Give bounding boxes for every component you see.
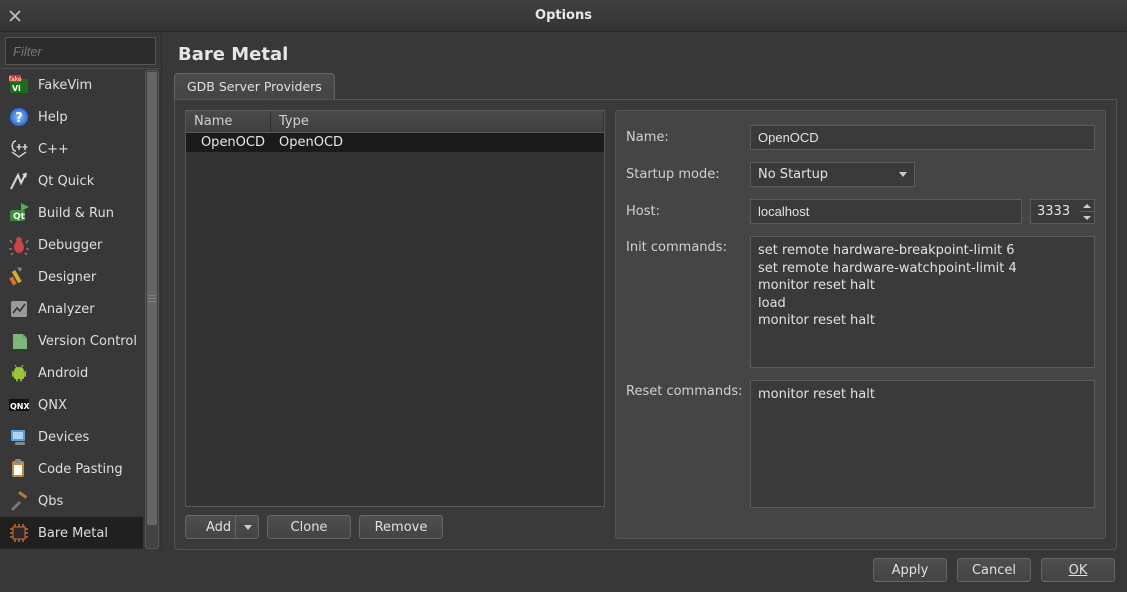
sidebar-item-baremetal[interactable]: Bare Metal xyxy=(0,517,143,549)
qtquick-icon xyxy=(8,170,30,192)
sidebar-item-label: Code Pasting xyxy=(38,462,123,477)
add-button[interactable]: Add xyxy=(185,515,259,539)
filter-input[interactable] xyxy=(5,37,156,65)
sidebar-item-versioncontrol[interactable]: Version Control xyxy=(0,325,143,357)
fakevim-icon: Vifake xyxy=(8,74,30,96)
tab-content: Name Type OpenOCD OpenOCD Add Clone Remo… xyxy=(174,100,1117,550)
sidebar-item-label: Android xyxy=(38,366,88,381)
apply-button[interactable]: Apply xyxy=(873,558,947,582)
provider-form: Name: Startup mode: No Startup Host: 333… xyxy=(615,110,1106,539)
sidebar-item-devices[interactable]: Devices xyxy=(0,421,143,453)
sidebar-item-label: Qt Quick xyxy=(38,174,94,189)
name-label: Name: xyxy=(626,130,746,145)
page-title: Bare Metal xyxy=(174,40,1117,73)
table-row[interactable]: OpenOCD OpenOCD xyxy=(186,133,604,152)
sidebar-item-buildrun[interactable]: Qt Build & Run xyxy=(0,197,143,229)
host-field[interactable] xyxy=(750,199,1022,224)
startup-label: Startup mode: xyxy=(626,167,746,182)
window-title: Options xyxy=(0,8,1127,23)
sidebar-item-analyzer[interactable]: Analyzer xyxy=(0,293,143,325)
baremetal-icon xyxy=(8,522,30,544)
sidebar-item-qbs[interactable]: Qbs xyxy=(0,485,143,517)
versioncontrol-icon xyxy=(8,330,30,352)
sidebar-item-help[interactable]: ? Help xyxy=(0,101,143,133)
sidebar-list: Vifake FakeVim ? Help C++ Qt Quick Qt Bu… xyxy=(0,68,161,550)
cancel-button[interactable]: Cancel xyxy=(957,558,1031,582)
sidebar-item-label: QNX xyxy=(38,398,67,413)
column-header-type[interactable]: Type xyxy=(271,111,604,132)
sidebar-item-label: Bare Metal xyxy=(38,526,108,541)
sidebar-item-designer[interactable]: Designer xyxy=(0,261,143,293)
sidebar-item-qnx[interactable]: QNX QNX xyxy=(0,389,143,421)
debugger-icon xyxy=(8,234,30,256)
analyzer-icon xyxy=(8,298,30,320)
sidebar-item-android[interactable]: Android xyxy=(0,357,143,389)
reset-commands-field[interactable] xyxy=(750,380,1095,508)
port-spinbox[interactable]: 3333 xyxy=(1030,199,1095,224)
tabbar: GDB Server Providers xyxy=(174,73,1117,100)
svg-text:QNX: QNX xyxy=(10,402,29,411)
titlebar: Options xyxy=(0,0,1127,32)
host-label: Host: xyxy=(626,204,746,219)
clone-button[interactable]: Clone xyxy=(267,515,351,539)
cpp-icon xyxy=(8,138,30,160)
help-icon: ? xyxy=(8,106,30,128)
column-header-name[interactable]: Name xyxy=(186,111,271,132)
sidebar-item-label: Help xyxy=(38,110,68,125)
android-icon xyxy=(8,362,30,384)
sidebar-item-qtquick[interactable]: Qt Quick xyxy=(0,165,143,197)
sidebar-item-codepasting[interactable]: Code Pasting xyxy=(0,453,143,485)
startup-combo[interactable]: No Startup xyxy=(750,162,915,187)
designer-icon xyxy=(8,266,30,288)
chevron-down-icon xyxy=(244,525,252,530)
name-field[interactable] xyxy=(750,125,1095,150)
init-label: Init commands: xyxy=(626,236,746,255)
sidebar-item-label: C++ xyxy=(38,142,69,157)
sidebar-item-debugger[interactable]: Debugger xyxy=(0,229,143,261)
codepasting-icon xyxy=(8,458,30,480)
sidebar-item-label: Qbs xyxy=(38,494,63,509)
svg-text:fake: fake xyxy=(9,76,22,83)
spin-down-icon[interactable] xyxy=(1080,212,1094,223)
init-commands-field[interactable] xyxy=(750,236,1095,368)
sidebar-item-label: Version Control xyxy=(38,334,137,349)
sidebar-item-label: Designer xyxy=(38,270,96,285)
svg-text:Vi: Vi xyxy=(12,84,21,93)
sidebar-item-label: Devices xyxy=(38,430,89,445)
tab-gdb-providers[interactable]: GDB Server Providers xyxy=(174,73,335,99)
reset-label: Reset commands: xyxy=(626,380,746,399)
svg-text:?: ? xyxy=(15,111,23,126)
providers-table: Name Type OpenOCD OpenOCD xyxy=(185,110,605,507)
sidebar-item-label: FakeVim xyxy=(38,78,92,93)
sidebar-item-label: Analyzer xyxy=(38,302,95,317)
buildrun-icon: Qt xyxy=(8,202,30,224)
svg-text:Qt: Qt xyxy=(13,212,26,222)
sidebar-item-fakevim[interactable]: Vifake FakeVim xyxy=(0,69,143,101)
chevron-down-icon xyxy=(899,172,907,177)
devices-icon xyxy=(8,426,30,448)
remove-button[interactable]: Remove xyxy=(359,515,443,539)
sidebar-scrollbar-thumb[interactable] xyxy=(147,72,157,525)
dialog-footer: Apply Cancel OK xyxy=(0,550,1127,590)
table-cell-name: OpenOCD xyxy=(186,133,271,152)
sidebar: Vifake FakeVim ? Help C++ Qt Quick Qt Bu… xyxy=(0,32,162,550)
spin-up-icon[interactable] xyxy=(1080,200,1094,212)
sidebar-item-label: Build & Run xyxy=(38,206,114,221)
close-icon[interactable] xyxy=(0,0,30,31)
table-cell-type: OpenOCD xyxy=(271,133,604,152)
sidebar-item-cpp[interactable]: C++ xyxy=(0,133,143,165)
sidebar-item-label: Debugger xyxy=(38,238,102,253)
ok-button[interactable]: OK xyxy=(1041,558,1115,582)
qnx-icon: QNX xyxy=(8,394,30,416)
sidebar-scrollbar[interactable] xyxy=(145,70,159,549)
qbs-icon xyxy=(8,490,30,512)
main-panel: Bare Metal GDB Server Providers Name Typ… xyxy=(162,32,1127,550)
